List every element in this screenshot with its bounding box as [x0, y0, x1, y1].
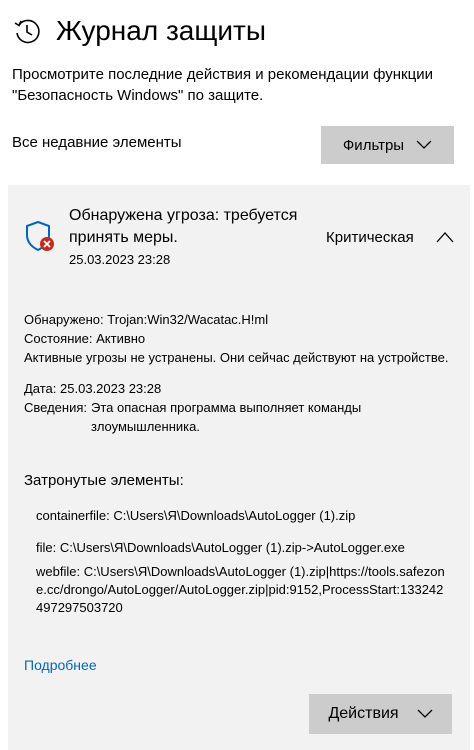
chevron-up-icon[interactable] [436, 231, 454, 243]
status-value: Активно [96, 331, 146, 346]
threat-card: Обнаружена угроза: требуется принять мер… [8, 185, 470, 750]
protection-history-page: Журнал защиты Просмотрите последние дейс… [0, 0, 474, 750]
actions-button-label: Действия [328, 705, 399, 722]
chevron-down-icon [416, 140, 432, 149]
affected-item: file: C:\Users\Я\Downloads\AutoLogger (1… [36, 540, 405, 555]
filters-button-label: Фильтры [342, 136, 405, 154]
recent-items-label: Все недавние элементы [12, 134, 182, 151]
more-details-link[interactable]: Подробнее [24, 656, 97, 674]
info-value: Эта опасная программа выполняет команды … [91, 400, 362, 434]
affected-items-heading: Затронутые элементы: [24, 472, 184, 489]
status-row: Состояние: Активно [24, 329, 454, 348]
date-label: Дата: [24, 381, 57, 396]
affected-items-list: containerfile: C:\Users\Я\Downloads\Auto… [36, 507, 446, 631]
chevron-down-icon [417, 709, 433, 718]
status-note: Активные угрозы не устранены. Они сейчас… [24, 350, 449, 365]
date-value: 25.03.2023 23:28 [60, 381, 162, 396]
detected-row: Обнаружено: Trojan:Win32/Wacatac.H!ml [24, 310, 454, 329]
status-label: Состояние: [24, 331, 93, 346]
info-row: Сведения: Эта опасная программа выполняе… [24, 398, 454, 436]
threat-details: Обнаружено: Trojan:Win32/Wacatac.H!ml Со… [24, 310, 454, 436]
severity-label: Критическая [326, 229, 414, 246]
actions-button[interactable]: Действия [309, 694, 452, 734]
page-description: Просмотрите последние действия и рекомен… [12, 66, 433, 104]
detected-value: Trojan:Win32/Wacatac.H!ml [107, 312, 269, 327]
threat-title: Обнаружена угроза: требуется принять мер… [69, 207, 298, 246]
page-title: Журнал защиты [56, 15, 266, 46]
threat-date: 25.03.2023 23:28 [69, 252, 171, 267]
date-row: Дата: 25.03.2023 23:28 [24, 379, 454, 398]
history-icon [14, 19, 40, 44]
affected-item: webfile: C:\Users\Я\Downloads\AutoLogger… [36, 564, 445, 615]
shield-alert-icon [26, 220, 54, 252]
page-header: Журнал защиты [12, 14, 266, 48]
detected-label: Обнаружено: [24, 312, 104, 327]
filters-button[interactable]: Фильтры [321, 126, 454, 164]
info-label: Сведения: [24, 400, 88, 415]
affected-item: containerfile: C:\Users\Я\Downloads\Auto… [36, 508, 356, 523]
